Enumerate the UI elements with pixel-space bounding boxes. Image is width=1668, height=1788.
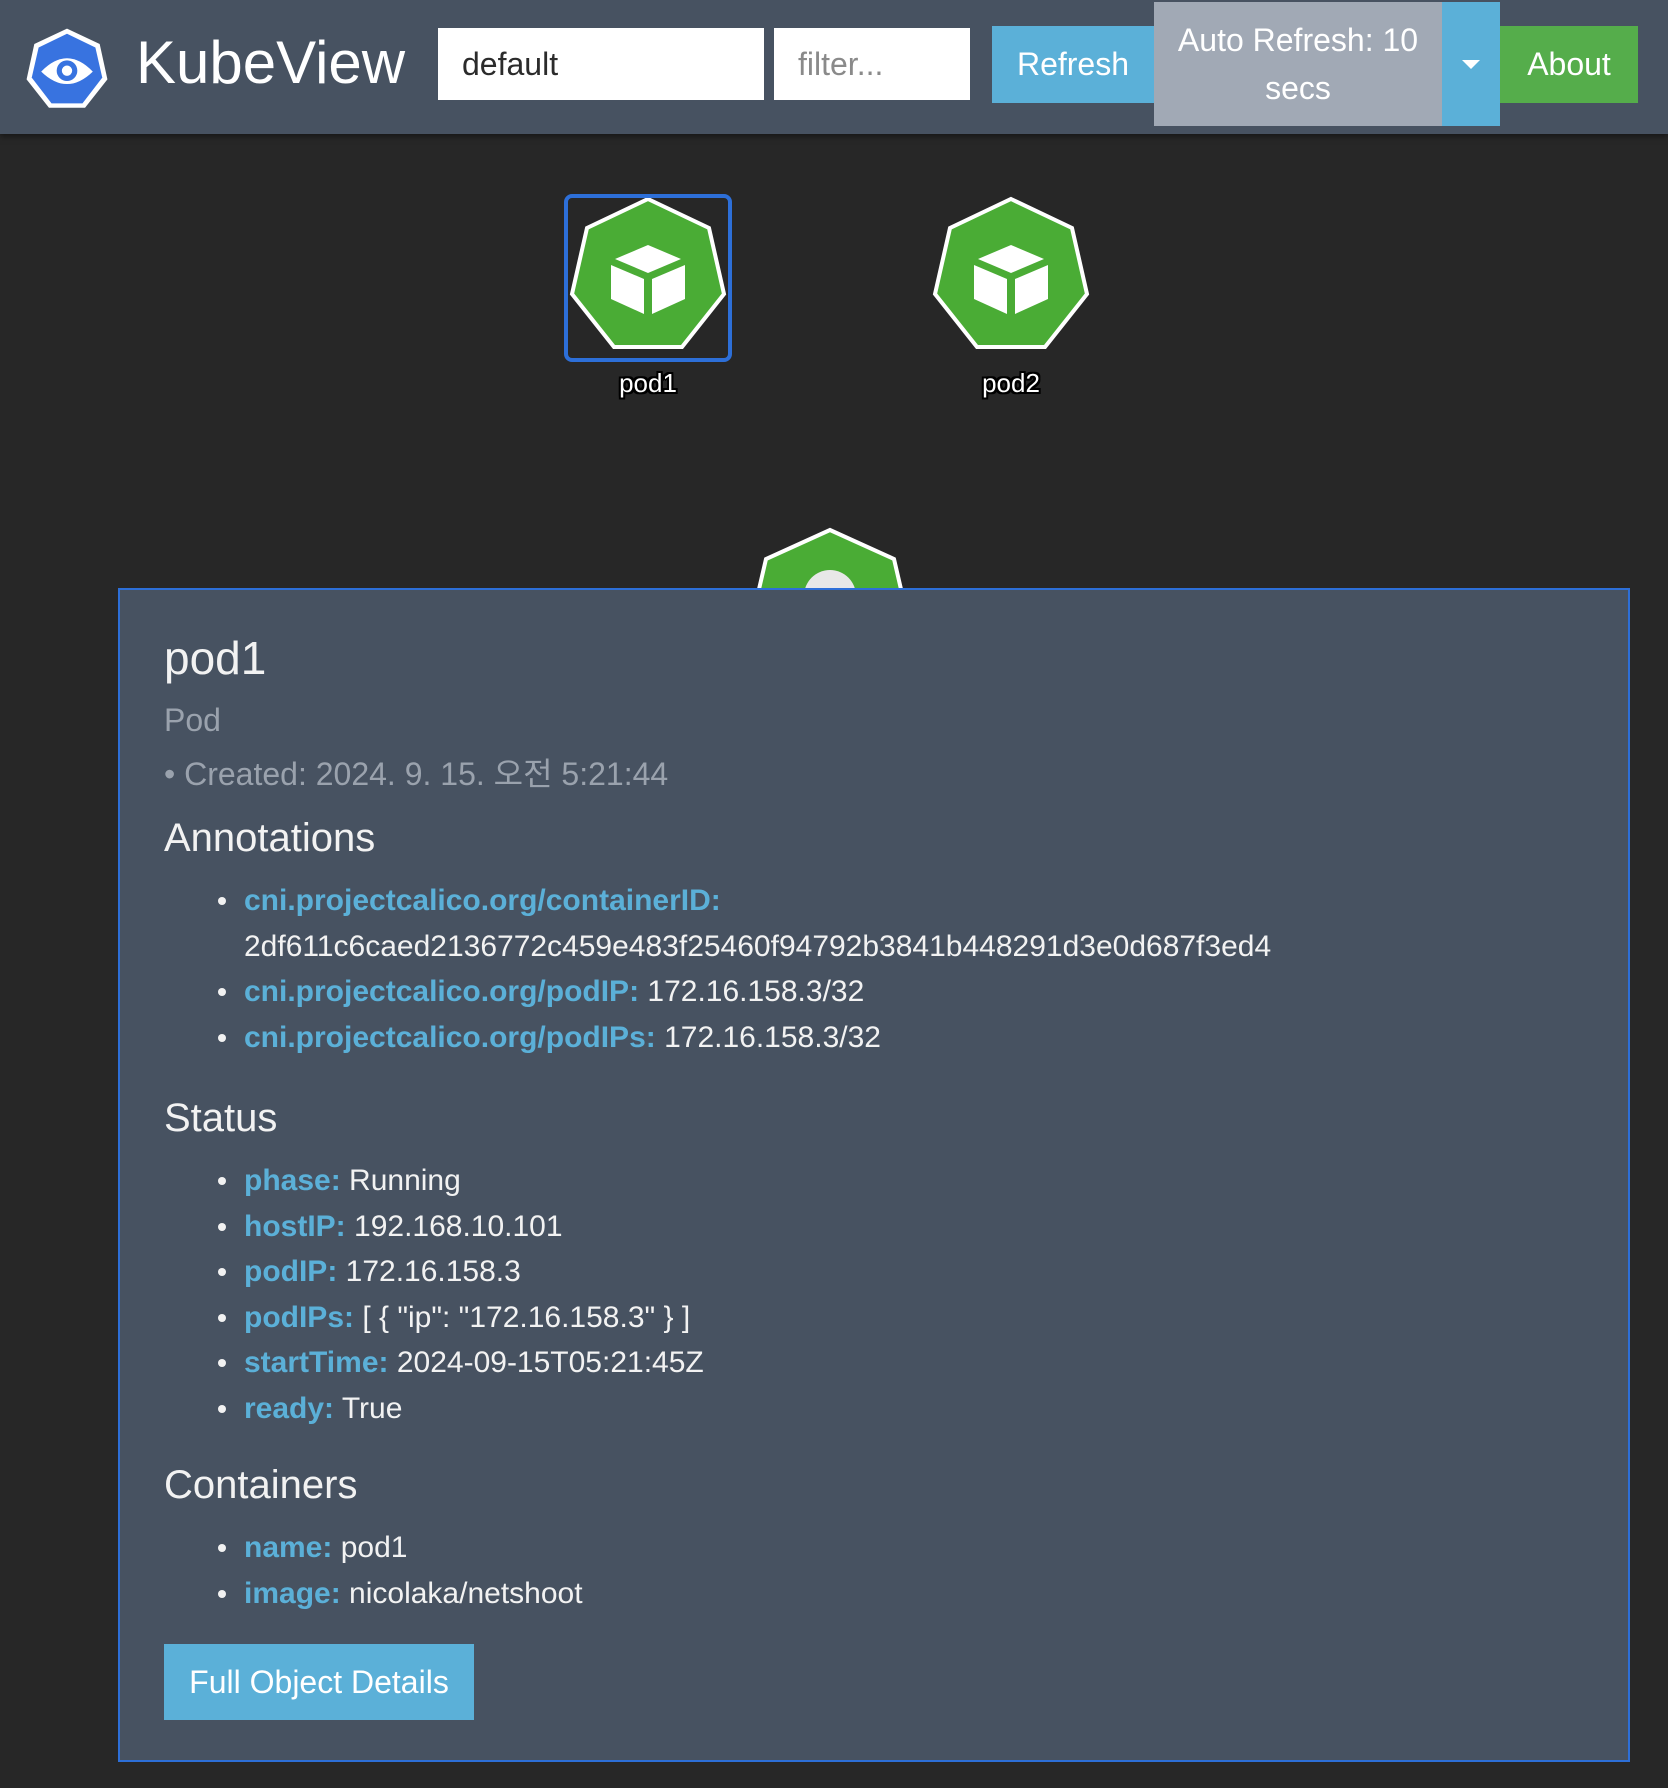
pod-cube-icon <box>932 196 1090 349</box>
created-timestamp: • Created: 2024. 9. 15. 오전 5:21:44 <box>164 756 669 792</box>
containers-list: name: pod1 image: nicolaka/netshoot <box>164 1525 1584 1616</box>
container-value: nicolaka/netshoot <box>349 1576 583 1610</box>
status-value: 192.168.10.101 <box>354 1209 563 1243</box>
list-item: cni.projectcalico.org/podIPs: 172.16.158… <box>200 1015 1584 1061</box>
annotation-value: 172.16.158.3/32 <box>664 1020 881 1054</box>
container-key: name: <box>244 1531 333 1564</box>
status-key: hostIP: <box>244 1209 346 1243</box>
graph-node-pod2[interactable] <box>926 193 1096 363</box>
namespace-input[interactable] <box>438 28 764 100</box>
auto-refresh-button[interactable]: Auto Refresh: 10 secs <box>1154 2 1442 126</box>
caret-down-icon <box>1462 59 1480 69</box>
list-item: cni.projectcalico.org/containerID: 2df611… <box>200 878 1584 969</box>
auto-refresh-dropdown-toggle[interactable] <box>1442 2 1500 126</box>
graph-node-pod1[interactable] <box>563 193 733 363</box>
container-value: pod1 <box>340 1531 408 1564</box>
status-value: Running <box>349 1164 461 1197</box>
annotations-list: cni.projectcalico.org/containerID: 2df611… <box>164 878 1584 1060</box>
eye-logo-icon <box>26 28 108 108</box>
annotation-value: 2df611c6caed2136772c459e483f25460f94792b… <box>244 929 1272 963</box>
full-object-details-button[interactable]: Full Object Details <box>164 1644 474 1720</box>
top-navbar: KubeView Refresh Auto Refresh: 10 secs A… <box>0 0 1668 134</box>
node-label-pod2: pod2 <box>982 368 1040 398</box>
list-item: phase: Running <box>200 1158 1584 1204</box>
list-item: ready: True <box>200 1386 1584 1432</box>
panel-title: pod1 <box>164 632 267 684</box>
annotations-heading: Annotations <box>164 816 376 860</box>
list-item: startTime: 2024-09-15T05:21:45Z <box>200 1340 1584 1386</box>
filter-input[interactable] <box>774 28 970 100</box>
annotation-key: cni.projectcalico.org/podIP: <box>244 975 640 1008</box>
containers-heading: Containers <box>164 1463 358 1507</box>
list-item: image: nicolaka/netshoot <box>200 1571 1584 1617</box>
list-item: hostIP: 192.168.10.101 <box>200 1204 1584 1250</box>
status-key: podIPs: <box>244 1300 354 1334</box>
about-button[interactable]: About <box>1500 26 1638 103</box>
annotation-value: 172.16.158.3/32 <box>647 975 865 1008</box>
node-label-pod1: pod1 <box>619 368 677 398</box>
list-item: cni.projectcalico.org/podIP: 172.16.158.… <box>200 969 1584 1015</box>
status-value: True <box>341 1391 403 1425</box>
status-key: startTime: <box>244 1346 389 1379</box>
container-key: image: <box>244 1576 341 1610</box>
status-list: phase: Running hostIP: 192.168.10.101 po… <box>164 1158 1584 1431</box>
status-key: podIP: <box>244 1255 338 1288</box>
status-key: phase: <box>244 1164 341 1197</box>
list-item: podIPs: [ { "ip": "172.16.158.3" } ] <box>200 1295 1584 1341</box>
object-kind: Pod <box>164 702 221 738</box>
status-heading: Status <box>164 1096 278 1140</box>
selection-highlight <box>564 194 732 362</box>
list-item: name: pod1 <box>200 1525 1584 1571</box>
app-title: KubeView <box>136 29 406 96</box>
status-value: 172.16.158.3 <box>345 1255 521 1288</box>
refresh-button[interactable]: Refresh <box>992 26 1154 103</box>
annotation-key: cni.projectcalico.org/podIPs: <box>244 1020 656 1054</box>
details-panel: pod1 Pod • Created: 2024. 9. 15. 오전 5:21… <box>118 588 1630 1762</box>
list-item: podIP: 172.16.158.3 <box>200 1249 1584 1295</box>
status-value: 2024-09-15T05:21:45Z <box>396 1346 704 1379</box>
annotation-key: cni.projectcalico.org/containerID: <box>244 884 721 917</box>
status-key: ready: <box>244 1391 335 1425</box>
status-value: [ { "ip": "172.16.158.3" } ] <box>362 1300 691 1334</box>
